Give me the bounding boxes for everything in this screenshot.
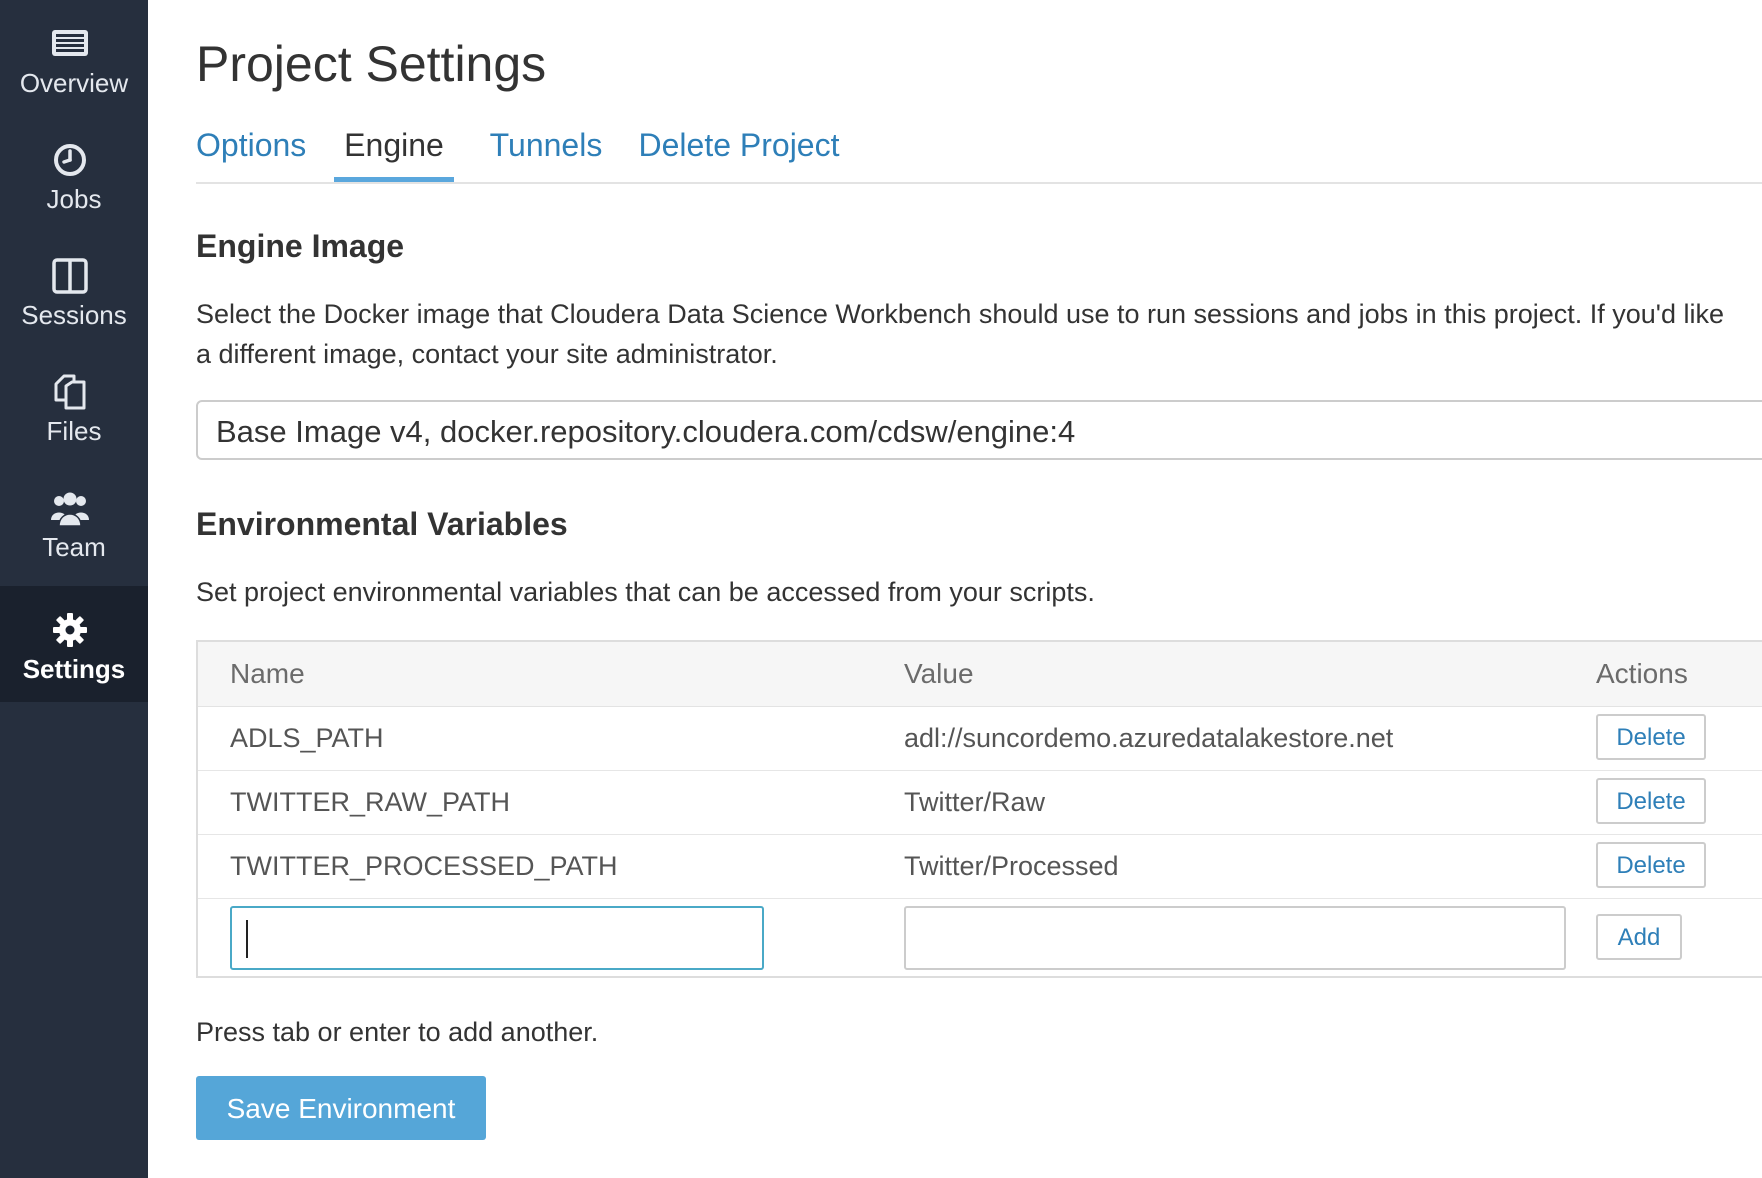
sidebar-item-overview[interactable]: Overview [0, 0, 148, 116]
column-header-actions: Actions [1596, 658, 1688, 689]
add-hint: Press tab or enter to add another. [196, 1017, 599, 1047]
env-var-name: ADLS_PATH [230, 723, 384, 753]
env-var-value: adl://suncordemo.azuredatalakestore.net [904, 723, 1394, 753]
files-icon [50, 372, 90, 412]
tab-options[interactable]: Options [196, 118, 306, 182]
env-var-name: TWITTER_RAW_PATH [230, 787, 510, 817]
page-title: Project Settings [196, 36, 547, 92]
sidebar-item-label: Team [42, 532, 106, 562]
sessions-icon [50, 256, 90, 296]
save-environment-button[interactable]: Save Environment [196, 1076, 486, 1140]
overview-icon [50, 24, 90, 64]
sidebar-item-label: Files [46, 416, 102, 446]
team-icon [50, 488, 90, 528]
sidebar-item-jobs[interactable]: Jobs [0, 116, 148, 232]
add-button[interactable]: Add [1596, 914, 1682, 960]
sidebar-item-label: Overview [19, 68, 129, 98]
gear-icon [50, 610, 90, 650]
sidebar-item-label: Sessions [21, 300, 127, 330]
new-env-var-name-input[interactable] [230, 906, 764, 970]
clock-icon [50, 140, 90, 180]
engine-image-select[interactable]: Base Image v4, docker.repository.clouder… [196, 400, 1762, 460]
table-row: ADLS_PATH adl://suncordemo.azuredatalake… [198, 706, 1762, 771]
sidebar-item-settings[interactable]: Settings [0, 586, 148, 702]
tab-tunnels[interactable]: Tunnels [486, 118, 606, 182]
sidebar-item-label: Jobs [46, 184, 102, 214]
settings-tabs: Options Engine Tunnels Delete Project [196, 118, 1762, 184]
new-env-var-row: Add [198, 898, 1762, 978]
sidebar: Overview Jobs Sessions Files Team Settin… [0, 0, 148, 1178]
sidebar-item-team[interactable]: Team [0, 464, 148, 580]
sidebar-item-label: Settings [22, 654, 126, 684]
text-caret [246, 920, 248, 958]
engine-image-description: Select the Docker image that Cloudera Da… [196, 299, 1724, 329]
main-content: Project Settings Options Engine Tunnels … [196, 0, 1762, 1178]
column-header-value: Value [904, 658, 974, 689]
sidebar-item-files[interactable]: Files [0, 348, 148, 464]
env-var-name: TWITTER_PROCESSED_PATH [230, 851, 618, 881]
engine-image-description-cont: a different image, contact your site adm… [196, 339, 778, 369]
engine-image-heading: Engine Image [196, 228, 405, 264]
table-row: TWITTER_PROCESSED_PATH Twitter/Processed… [198, 834, 1762, 899]
column-header-name: Name [230, 658, 305, 689]
tab-delete-project[interactable]: Delete Project [636, 118, 842, 182]
env-vars-table: Name Value Actions ADLS_PATH adl://sunco… [196, 640, 1762, 978]
tab-engine[interactable]: Engine [334, 118, 454, 182]
delete-button[interactable]: Delete [1596, 842, 1706, 888]
sidebar-item-sessions[interactable]: Sessions [0, 232, 148, 348]
delete-button[interactable]: Delete [1596, 778, 1706, 824]
new-env-var-value-input[interactable] [904, 906, 1566, 970]
env-vars-heading: Environmental Variables [196, 506, 568, 542]
env-var-value: Twitter/Processed [904, 851, 1119, 881]
delete-button[interactable]: Delete [1596, 714, 1706, 760]
table-header: Name Value Actions [198, 642, 1762, 707]
table-row: TWITTER_RAW_PATH Twitter/Raw Delete [198, 770, 1762, 835]
env-vars-description: Set project environmental variables that… [196, 577, 1095, 607]
env-var-value: Twitter/Raw [904, 787, 1046, 817]
